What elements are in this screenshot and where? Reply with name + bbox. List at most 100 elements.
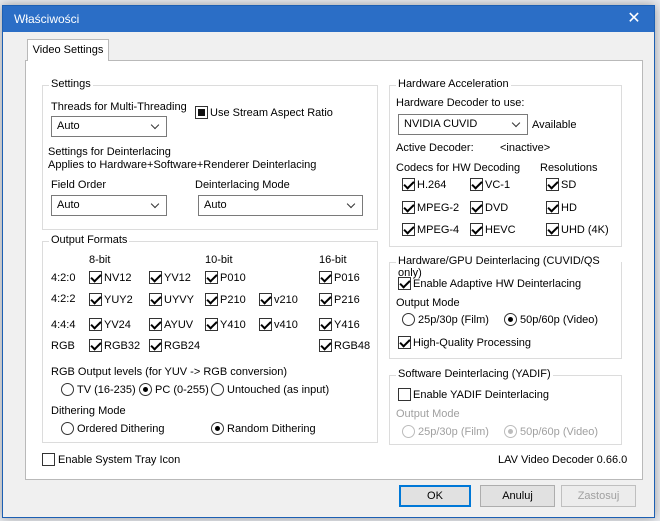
cancel-button[interactable]: Anuluj (480, 485, 555, 507)
rgb24-checkbox[interactable] (149, 339, 162, 352)
p216-checkbox[interactable] (319, 293, 332, 306)
yv12-label: YV12 (164, 272, 191, 284)
sw-video-radio[interactable] (504, 425, 517, 438)
field-order-select[interactable]: Auto (51, 195, 167, 216)
level-untouched-label: Untouched (as input) (227, 384, 330, 396)
sw-film-radio[interactable] (402, 425, 415, 438)
y416-checkbox[interactable] (319, 318, 332, 331)
p210-checkbox[interactable] (205, 293, 218, 306)
stream-aspect-label: Use Stream Aspect Ratio (210, 107, 333, 119)
level-tv-radio[interactable] (61, 383, 74, 396)
row-420-label: 4:2:0 (51, 272, 76, 284)
col-10bit-label: 10-bit (205, 254, 233, 266)
rgb32-checkbox[interactable] (89, 339, 102, 352)
p216-label: P216 (334, 294, 360, 306)
deint-mode-select[interactable]: Auto (198, 195, 363, 216)
uhd-label: UHD (4K) (561, 224, 609, 236)
hw-film-radio[interactable] (402, 313, 415, 326)
v410-checkbox[interactable] (259, 318, 272, 331)
ayuv-checkbox[interactable] (149, 318, 162, 331)
yadif-checkbox[interactable] (398, 388, 411, 401)
hd-checkbox[interactable] (546, 201, 559, 214)
hw-film-label: 25p/30p (Film) (418, 314, 489, 326)
p010-label: P010 (220, 272, 246, 284)
mpeg2-label: MPEG-2 (417, 202, 460, 214)
tab-video-settings[interactable]: Video Settings (27, 39, 109, 61)
yv24-label: YV24 (104, 319, 131, 331)
uyvy-checkbox[interactable] (149, 293, 162, 306)
adaptive-hw-deint-checkbox[interactable] (398, 277, 411, 290)
resolutions-label: Resolutions (540, 162, 598, 174)
hw-output-mode-label: Output Mode (396, 297, 460, 309)
vc1-checkbox[interactable] (470, 178, 483, 191)
threads-select[interactable]: Auto (51, 116, 167, 137)
deint-mode-label: Deinterlacing Mode (195, 179, 290, 191)
apply-button[interactable]: Zastosuj (561, 485, 636, 507)
deint-heading: Settings for Deinterlacing (48, 146, 171, 158)
mpeg2-checkbox[interactable] (402, 201, 415, 214)
row-rgb-label: RGB (51, 340, 75, 352)
sd-checkbox[interactable] (546, 178, 559, 191)
sd-label: SD (561, 179, 577, 191)
rgb32-label: RGB32 (104, 340, 141, 352)
field-order-select-value: Auto (57, 199, 80, 211)
ok-button[interactable]: OK (399, 485, 471, 507)
y410-label: Y410 (220, 319, 246, 331)
p016-checkbox[interactable] (319, 271, 332, 284)
ayuv-label: AYUV (164, 319, 194, 331)
chevron-down-icon (151, 117, 161, 136)
rgb48-label: RGB48 (334, 340, 371, 352)
v410-label: v410 (274, 319, 298, 331)
level-pc-label: PC (0-255) (155, 384, 209, 396)
properties-dialog: Właściwości ✕ Video Settings Settings Th… (2, 5, 655, 518)
version-label: LAV Video Decoder 0.66.0 (498, 454, 628, 466)
threads-select-value: Auto (57, 120, 80, 132)
y410-checkbox[interactable] (205, 318, 218, 331)
threads-label: Threads for Multi-Threading (51, 101, 187, 113)
y416-label: Y416 (334, 319, 360, 331)
hw-video-radio[interactable] (504, 313, 517, 326)
uyvy-label: UYVY (164, 294, 194, 306)
active-decoder-value: <inactive> (500, 142, 551, 154)
hq-processing-checkbox[interactable] (398, 336, 411, 349)
v210-label: v210 (274, 294, 298, 306)
hq-processing-label: High-Quality Processing (413, 337, 531, 349)
output-formats-title: Output Formats (49, 234, 130, 246)
tab-page: Settings Threads for Multi-Threading Aut… (25, 60, 643, 480)
stream-aspect-checkbox[interactable] (195, 106, 208, 119)
hevc-label: HEVC (485, 224, 516, 236)
p010-checkbox[interactable] (205, 271, 218, 284)
level-pc-radio[interactable] (139, 383, 152, 396)
close-icon[interactable]: ✕ (614, 6, 654, 32)
level-untouched-radio[interactable] (211, 383, 224, 396)
yv12-checkbox[interactable] (149, 271, 162, 284)
rgb48-checkbox[interactable] (319, 339, 332, 352)
dither-ordered-radio[interactable] (61, 422, 74, 435)
nv12-label: NV12 (104, 272, 132, 284)
nv12-checkbox[interactable] (89, 271, 102, 284)
dither-label: Dithering Mode (51, 405, 126, 417)
mpeg4-checkbox[interactable] (402, 223, 415, 236)
sw-output-mode-label: Output Mode (396, 408, 460, 420)
sw-deint-group: Software Deinterlacing (YADIF) Enable YA… (389, 368, 622, 445)
dither-random-radio[interactable] (211, 422, 224, 435)
v210-checkbox[interactable] (259, 293, 272, 306)
dither-ordered-label: Ordered Dithering (77, 423, 165, 435)
yv24-checkbox[interactable] (89, 318, 102, 331)
sw-video-label: 50p/60p (Video) (520, 426, 599, 438)
tray-checkbox[interactable] (42, 453, 55, 466)
p210-label: P210 (220, 294, 246, 306)
uhd-checkbox[interactable] (546, 223, 559, 236)
yuy2-checkbox[interactable] (89, 293, 102, 306)
window-title: Właściwości (14, 12, 80, 26)
chevron-down-icon (512, 115, 522, 134)
h264-checkbox[interactable] (402, 178, 415, 191)
hevc-checkbox[interactable] (470, 223, 483, 236)
hw-deint-title: Hardware/GPU Deinterlacing (CUVID/QS onl… (396, 255, 621, 279)
col-8bit-label: 8-bit (89, 254, 111, 266)
dvd-checkbox[interactable] (470, 201, 483, 214)
title-bar[interactable]: Właściwości ✕ (3, 6, 654, 32)
p016-label: P016 (334, 272, 360, 284)
hw-available-label: Available (532, 119, 577, 131)
hw-decoder-select[interactable]: NVIDIA CUVID (398, 114, 528, 135)
